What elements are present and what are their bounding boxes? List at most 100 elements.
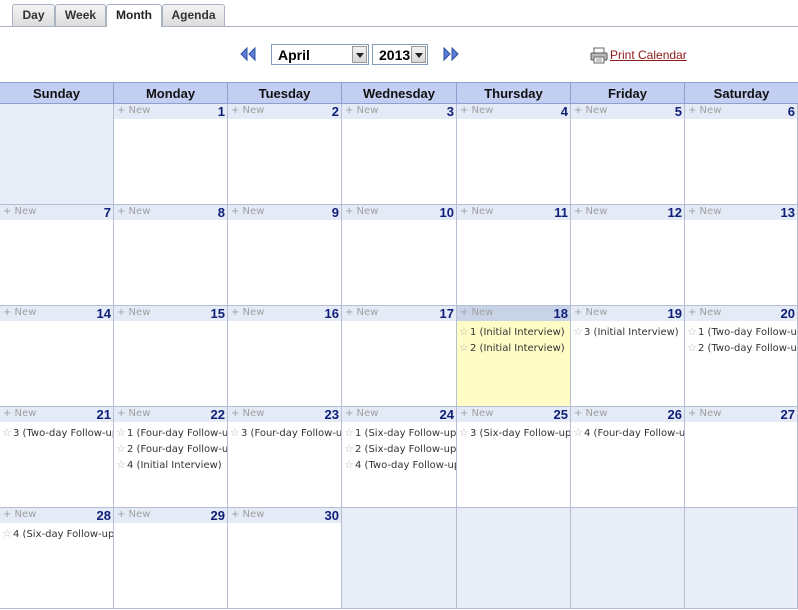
calendar-event[interactable]: ☆4 (Six-day Follow-up): [2, 526, 113, 542]
calendar-day-29[interactable]: + New 29: [114, 508, 228, 609]
calendar-event[interactable]: ☆4 (Two-day Follow-up): [344, 457, 456, 473]
new-event-link[interactable]: + New: [117, 206, 150, 217]
day-number[interactable]: 5: [675, 104, 682, 119]
calendar-day-7[interactable]: + New 7: [0, 205, 114, 306]
month-select[interactable]: April: [271, 44, 369, 65]
day-number[interactable]: 14: [97, 306, 111, 321]
calendar-day-10[interactable]: + New 10: [342, 205, 457, 306]
day-number[interactable]: 26: [668, 407, 682, 422]
calendar-day-25[interactable]: + New 25 ☆3 (Six-day Follow-up): [457, 407, 571, 508]
day-number[interactable]: 10: [440, 205, 454, 220]
calendar-day-9[interactable]: + New 9: [228, 205, 342, 306]
year-select[interactable]: 2013: [372, 44, 428, 65]
day-number[interactable]: 16: [325, 306, 339, 321]
day-number[interactable]: 19: [668, 306, 682, 321]
previous-month-icon[interactable]: [239, 46, 257, 62]
day-number[interactable]: 20: [781, 306, 795, 321]
calendar-event[interactable]: ☆1 (Two-day Follow-up): [687, 324, 797, 340]
new-event-link[interactable]: + New: [460, 307, 493, 318]
new-event-link[interactable]: + New: [688, 105, 721, 116]
day-number[interactable]: 27: [781, 407, 795, 422]
day-number[interactable]: 29: [211, 508, 225, 523]
day-number[interactable]: 28: [97, 508, 111, 523]
calendar-day-19[interactable]: + New 19 ☆3 (Initial Interview): [571, 306, 685, 407]
next-month-icon[interactable]: [442, 46, 460, 62]
calendar-event[interactable]: ☆3 (Two-day Follow-up): [2, 425, 113, 441]
calendar-day-27[interactable]: + New 27: [685, 407, 798, 508]
calendar-day-14[interactable]: + New 14: [0, 306, 114, 407]
calendar-day-4[interactable]: + New 4: [457, 104, 571, 205]
calendar-event[interactable]: ☆3 (Four-day Follow-up): [230, 425, 341, 441]
tab-week[interactable]: Week: [55, 4, 106, 26]
day-number[interactable]: 12: [668, 205, 682, 220]
calendar-day-24[interactable]: + New 24 ☆1 (Six-day Follow-up) ☆2 (Six-day…: [342, 407, 457, 508]
day-number[interactable]: 11: [554, 205, 568, 220]
calendar-day-11[interactable]: + New 11: [457, 205, 571, 306]
new-event-link[interactable]: + New: [345, 307, 378, 318]
calendar-day-2[interactable]: + New 2: [228, 104, 342, 205]
new-event-link[interactable]: + New: [117, 509, 150, 520]
calendar-day-3[interactable]: + New 3: [342, 104, 457, 205]
day-number[interactable]: 3: [447, 104, 454, 119]
calendar-day-8[interactable]: + New 8: [114, 205, 228, 306]
calendar-event[interactable]: ☆1 (Six-day Follow-up): [344, 425, 456, 441]
calendar-day-21[interactable]: + New 21 ☆3 (Two-day Follow-up): [0, 407, 114, 508]
new-event-link[interactable]: + New: [460, 105, 493, 116]
day-number[interactable]: 23: [325, 407, 339, 422]
calendar-event[interactable]: ☆3 (Initial Interview): [573, 324, 684, 340]
day-number[interactable]: 2: [332, 104, 339, 119]
tab-day[interactable]: Day: [12, 4, 55, 26]
new-event-link[interactable]: + New: [3, 408, 36, 419]
calendar-event[interactable]: ☆3 (Six-day Follow-up): [459, 425, 570, 441]
day-number[interactable]: 15: [211, 306, 225, 321]
day-number[interactable]: 25: [554, 407, 568, 422]
calendar-event[interactable]: ☆2 (Initial Interview): [459, 340, 570, 356]
calendar-event[interactable]: ☆2 (Six-day Follow-up): [344, 441, 456, 457]
new-event-link[interactable]: + New: [574, 105, 607, 116]
calendar-event[interactable]: ☆1 (Four-day Follow-up): [116, 425, 227, 441]
calendar-event[interactable]: ☆2 (Four-day Follow-up): [116, 441, 227, 457]
tab-month[interactable]: Month: [106, 4, 162, 27]
new-event-link[interactable]: + New: [231, 509, 264, 520]
calendar-day-18[interactable]: + New 18 ☆1 (Initial Interview) ☆2 (Initial…: [457, 306, 571, 407]
new-event-link[interactable]: + New: [3, 307, 36, 318]
new-event-link[interactable]: + New: [345, 408, 378, 419]
day-number[interactable]: 9: [332, 205, 339, 220]
day-number[interactable]: 6: [788, 104, 795, 119]
calendar-day-26[interactable]: + New 26 ☆4 (Four-day Follow-up): [571, 407, 685, 508]
day-number[interactable]: 21: [97, 407, 111, 422]
day-number[interactable]: 7: [104, 205, 111, 220]
new-event-link[interactable]: + New: [460, 408, 493, 419]
calendar-day-30[interactable]: + New 30: [228, 508, 342, 609]
calendar-day-20[interactable]: + New 20 ☆1 (Two-day Follow-up) ☆2 (Two-day…: [685, 306, 798, 407]
new-event-link[interactable]: + New: [688, 307, 721, 318]
new-event-link[interactable]: + New: [460, 206, 493, 217]
day-number[interactable]: 18: [554, 306, 568, 321]
calendar-day-22[interactable]: + New22☆1 (Four-day Follow-up)☆2 (Four-d…: [114, 407, 228, 508]
new-event-link[interactable]: + New: [574, 206, 607, 217]
calendar-day-23[interactable]: + New 23 ☆3 (Four-day Follow-up): [228, 407, 342, 508]
new-event-link[interactable]: + New: [231, 307, 264, 318]
new-event-link[interactable]: + New: [688, 206, 721, 217]
new-event-link[interactable]: + New: [3, 206, 36, 217]
calendar-day-16[interactable]: + New 16: [228, 306, 342, 407]
day-number[interactable]: 24: [440, 407, 454, 422]
day-number[interactable]: 4: [561, 104, 568, 119]
day-number[interactable]: 13: [781, 205, 795, 220]
day-number[interactable]: 8: [218, 205, 225, 220]
calendar-day-13[interactable]: + New 13: [685, 205, 798, 306]
new-event-link[interactable]: + New: [688, 408, 721, 419]
new-event-link[interactable]: + New: [3, 509, 36, 520]
new-event-link[interactable]: + New: [231, 105, 264, 116]
calendar-event[interactable]: ☆4 (Four-day Follow-up): [573, 425, 684, 441]
day-number[interactable]: 30: [325, 508, 339, 523]
tab-agenda[interactable]: Agenda: [162, 4, 225, 26]
day-number[interactable]: 22: [211, 407, 225, 422]
calendar-day-17[interactable]: + New 17: [342, 306, 457, 407]
calendar-event[interactable]: ☆4 (Initial Interview): [116, 457, 227, 473]
calendar-event[interactable]: ☆1 (Initial Interview): [459, 324, 570, 340]
calendar-day-15[interactable]: + New 15: [114, 306, 228, 407]
new-event-link[interactable]: + New: [574, 307, 607, 318]
new-event-link[interactable]: + New: [345, 206, 378, 217]
calendar-day-6[interactable]: + New 6: [685, 104, 798, 205]
